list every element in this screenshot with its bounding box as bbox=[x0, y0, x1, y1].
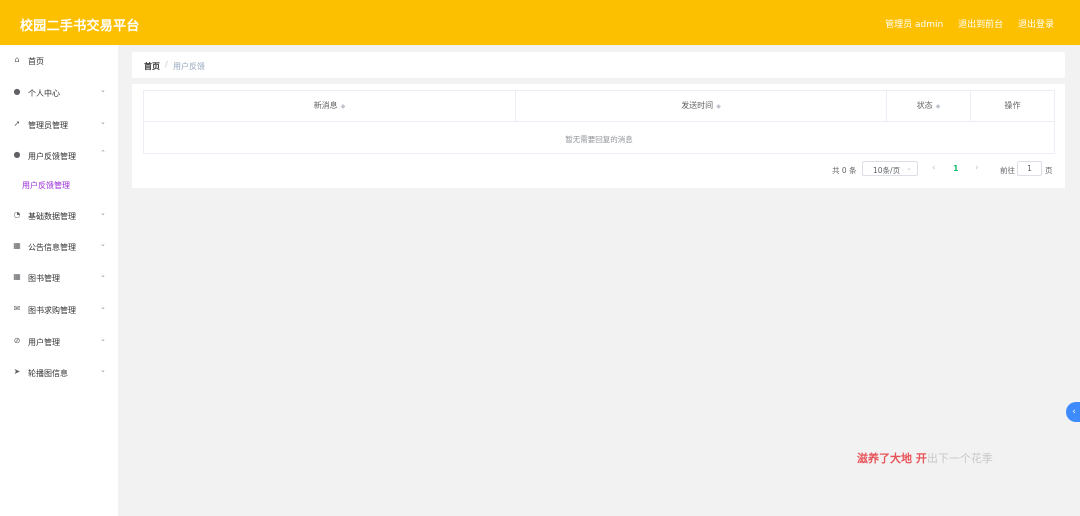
admin-user-label[interactable]: 管理员 admin bbox=[885, 20, 943, 30]
chevron-down-icon: ⌄ bbox=[100, 366, 106, 374]
plane-icon: ➤ bbox=[13, 367, 21, 376]
mail-icon: ✉ bbox=[13, 304, 21, 313]
header-actions: 管理员 admin 退出到前台 退出登录 bbox=[873, 17, 1054, 30]
page-unit-label: 页 bbox=[1045, 166, 1053, 175]
chevron-down-icon: ⌄ bbox=[100, 335, 106, 343]
sidebar-item-profile[interactable]: ● 个人中心 ⌄ bbox=[0, 81, 118, 105]
sort-icon: ◆ bbox=[716, 103, 721, 110]
page-size-select[interactable]: 10条/页 ⌄ bbox=[862, 161, 918, 176]
goto-label: 前往 bbox=[1000, 166, 1015, 175]
breadcrumb-current: 用户反馈 bbox=[173, 62, 205, 71]
user-icon: ● bbox=[13, 150, 21, 159]
chevron-down-icon: ⌄ bbox=[100, 209, 106, 217]
exit-to-front-link[interactable]: 退出到前台 bbox=[958, 20, 1003, 30]
sidebar-item-base-data[interactable]: ◔ 基础数据管理 ⌄ bbox=[0, 204, 118, 228]
sidebar-item-label: 用户管理 bbox=[28, 338, 60, 347]
sidebar-item-label: 用户反馈管理 bbox=[28, 152, 76, 161]
prev-page-button[interactable]: ‹ bbox=[932, 163, 936, 173]
bell-off-icon: ⊘ bbox=[13, 336, 21, 345]
main-panel: 新消息 ◆ 发送时间 ◆ 状态 ◆ 操作 暂无需要回复的消息 共 0 条 10条/页 … bbox=[132, 84, 1065, 188]
sidebar-item-feedback[interactable]: ● 用户反馈管理 ⌃ bbox=[0, 144, 118, 168]
sidebar-item-label: 管理员管理 bbox=[28, 121, 68, 130]
column-header-label: 发送时间 bbox=[681, 101, 714, 110]
chevron-down-icon: ⌄ bbox=[100, 271, 106, 279]
logout-link[interactable]: 退出登录 bbox=[1018, 20, 1054, 30]
breadcrumb-home[interactable]: 首页 bbox=[144, 61, 160, 72]
sort-icon: ◆ bbox=[935, 103, 941, 110]
sidebar-item-label: 图书管理 bbox=[28, 274, 60, 283]
send-icon: ➚ bbox=[13, 119, 21, 128]
user-icon: ● bbox=[13, 87, 21, 96]
table-header-divider bbox=[144, 121, 1054, 122]
sidebar-item-label: 基础数据管理 bbox=[28, 212, 76, 221]
sidebar-item-admin[interactable]: ➚ 管理员管理 ⌄ bbox=[0, 113, 118, 137]
home-icon: ⌂ bbox=[14, 55, 20, 64]
app-title: 校园二手书交易平台 bbox=[20, 19, 140, 34]
column-header-label: 新消息 bbox=[313, 101, 338, 110]
chevron-down-icon: ⌄ bbox=[100, 86, 106, 94]
collapse-panel-button[interactable]: ‹ bbox=[1066, 402, 1080, 422]
column-header-send-time[interactable]: 发送时间 ◆ bbox=[516, 91, 887, 121]
sidebar-item-home[interactable]: ⌂ 首页 bbox=[0, 49, 118, 73]
dashboard-icon: ◔ bbox=[13, 210, 21, 219]
top-header: 校园二手书交易平台 管理员 admin 退出到前台 退出登录 bbox=[0, 0, 1080, 45]
chevron-down-icon: ⌄ bbox=[100, 303, 106, 311]
feedback-table: 新消息 ◆ 发送时间 ◆ 状态 ◆ 操作 暂无需要回复的消息 bbox=[143, 90, 1055, 154]
column-header-actions: 操作 bbox=[971, 91, 1054, 121]
table-empty-text: 暂无需要回复的消息 bbox=[565, 135, 633, 144]
sort-icon: ◆ bbox=[340, 103, 346, 110]
watermark-text: 滋养了大地 开出下一个花季 bbox=[857, 452, 993, 465]
sidebar-item-book-requests[interactable]: ✉ 图书求购管理 ⌄ bbox=[0, 298, 118, 322]
column-header-label: 状态 bbox=[916, 101, 933, 110]
column-header-new-message[interactable]: 新消息 ◆ bbox=[144, 91, 516, 121]
column-header-label: 操作 bbox=[1004, 101, 1021, 110]
chevron-down-icon: ⌄ bbox=[100, 240, 106, 248]
sidebar-item-users[interactable]: ⊘ 用户管理 ⌄ bbox=[0, 330, 118, 354]
sidebar-item-label: 个人中心 bbox=[28, 89, 60, 98]
chevron-down-icon: ⌄ bbox=[100, 118, 106, 126]
sidebar-item-label: 轮播图信息 bbox=[28, 369, 68, 378]
sidebar: ⌂ 首页 ● 个人中心 ⌄ ➚ 管理员管理 ⌄ ● 用户反馈管理 ⌃ 用户反馈管… bbox=[0, 45, 118, 516]
chevron-up-icon: ⌃ bbox=[100, 149, 106, 157]
sidebar-item-notice[interactable]: ▦ 公告信息管理 ⌄ bbox=[0, 235, 118, 259]
sidebar-item-books[interactable]: ▦ 图书管理 ⌄ bbox=[0, 266, 118, 290]
column-header-status[interactable]: 状态 ◆ bbox=[887, 91, 971, 121]
goto-page-input[interactable] bbox=[1017, 161, 1042, 176]
sidebar-item-label: 公告信息管理 bbox=[28, 243, 76, 252]
next-page-button[interactable]: › bbox=[975, 163, 979, 173]
breadcrumb: 首页 / 用户反馈 bbox=[132, 52, 1065, 78]
chevron-down-icon: ⌄ bbox=[906, 164, 912, 172]
sidebar-item-carousel[interactable]: ➤ 轮播图信息 ⌄ bbox=[0, 361, 118, 385]
pagination-total: 共 0 条 bbox=[832, 166, 857, 175]
sidebar-item-label: 图书求购管理 bbox=[28, 306, 76, 315]
grid-icon: ▦ bbox=[13, 272, 21, 281]
page-number-1[interactable]: 1 bbox=[953, 164, 959, 173]
submenu-item-feedback[interactable]: 用户反馈管理 bbox=[22, 180, 70, 191]
breadcrumb-separator: / bbox=[165, 60, 168, 69]
sidebar-item-label: 首页 bbox=[28, 57, 44, 66]
page-size-value: 10条/页 bbox=[873, 166, 901, 175]
chart-icon: ▦ bbox=[13, 241, 21, 250]
